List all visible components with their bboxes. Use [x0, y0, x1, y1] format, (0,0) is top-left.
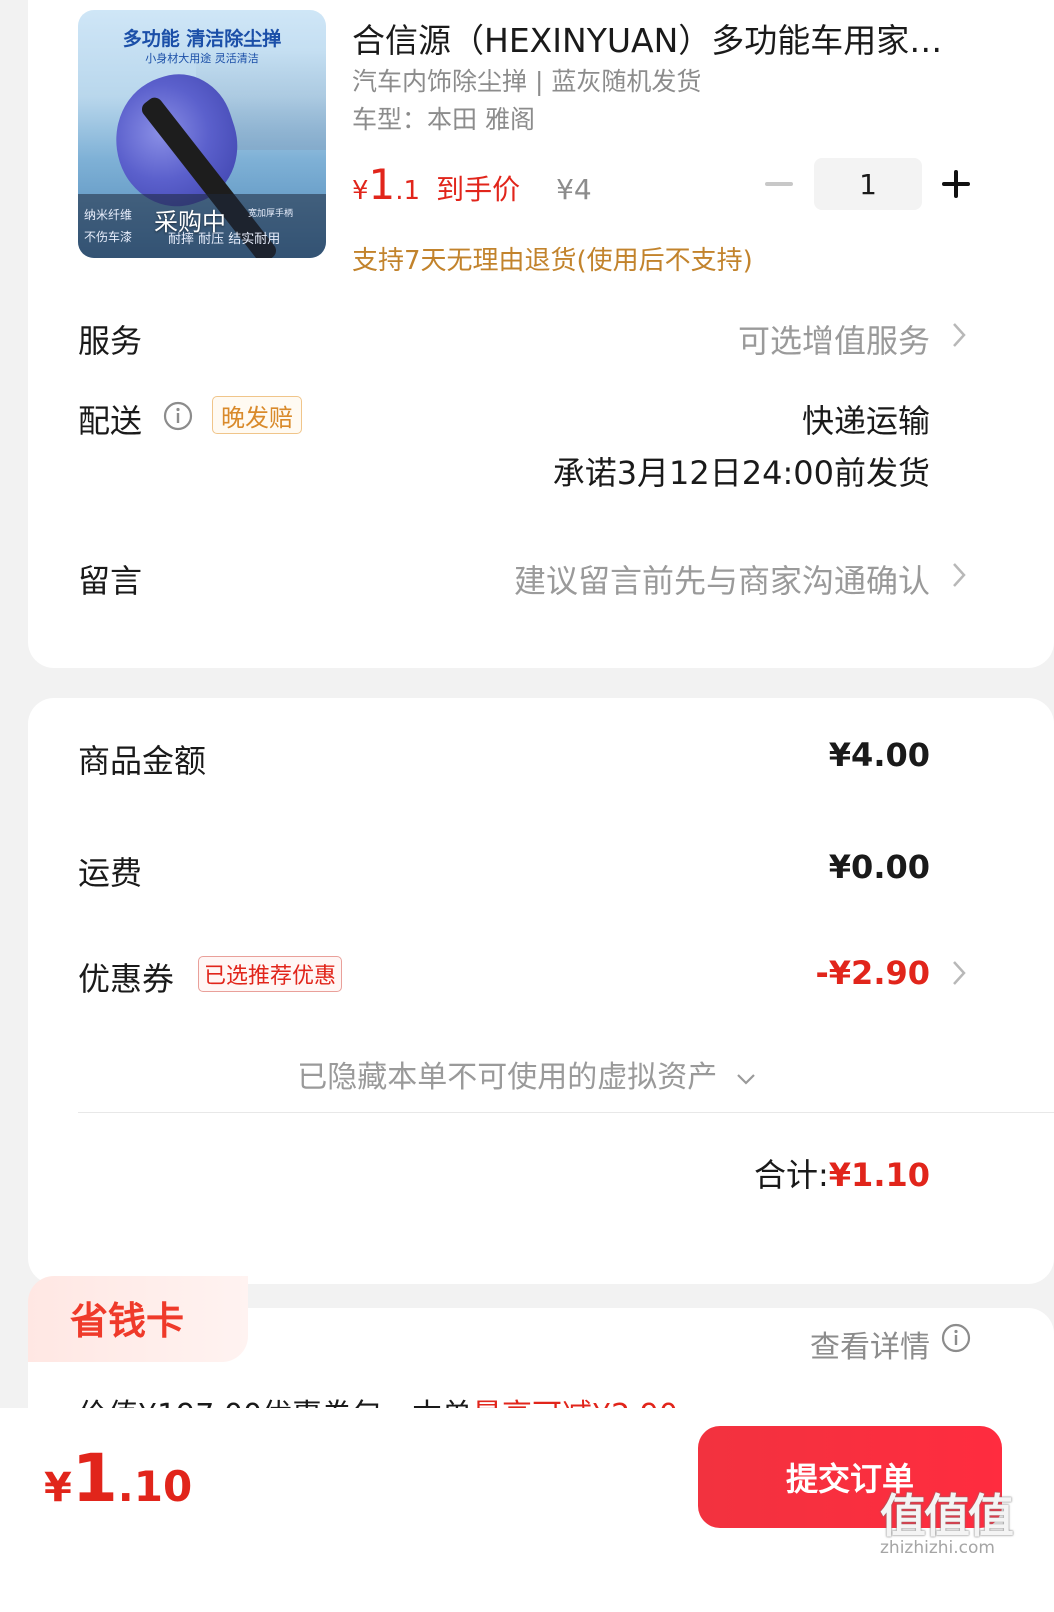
minus-icon — [765, 182, 793, 186]
saver-info-icon[interactable] — [940, 1322, 972, 1354]
price-decimal: .1 — [395, 176, 421, 206]
checkout-price: ¥ 1 .10 — [44, 1440, 192, 1517]
service-value[interactable]: 可选增值服务 — [738, 316, 930, 362]
product-title[interactable]: 合信源（HEXINYUAN）多功能车用家… — [352, 14, 972, 62]
delivery-promise: 承诺3月12日24:00前发货 — [552, 454, 930, 492]
coupon-recommended-badge: 已选推荐优惠 — [198, 956, 343, 992]
purchasing-overlay: 采购中 — [154, 208, 226, 236]
service-label: 服务 — [78, 322, 143, 360]
saver-card-title: 省钱卡 — [70, 1299, 185, 1343]
image-subline: 小身材大用途 灵活清洁 — [145, 52, 259, 65]
product-image[interactable]: 多功能 清洁除尘掸 小身材大用途 灵活清洁 纳米纤维 不伤车漆 宽加厚手柄 耐摔… — [78, 10, 326, 258]
late-delivery-compensation-badge: 晚发赔 — [212, 396, 302, 434]
goods-amount-label: 商品金额 — [78, 742, 207, 780]
hidden-assets-text: 已隐藏本单不可使用的虚拟资产 — [297, 1060, 718, 1095]
shipping-value: ¥0.00 — [828, 848, 930, 886]
quantity-plus-button[interactable] — [940, 166, 972, 202]
quantity-field[interactable]: 1 — [814, 158, 922, 210]
checkout-integer: 1 — [71, 1440, 118, 1517]
goods-amount-value: ¥4.00 — [828, 736, 930, 774]
original-price: ¥4 — [556, 173, 592, 206]
return-policy-note: 支持7天无理由退货(使用后不支持) — [352, 246, 753, 276]
image-feature-3: 宽加厚手柄 — [248, 209, 294, 219]
checkout-decimal: .10 — [117, 1462, 193, 1511]
hidden-assets-toggle[interactable]: 已隐藏本单不可使用的虚拟资产 — [0, 1052, 1054, 1096]
watermark-logo: 值值值 — [880, 1489, 1014, 1543]
quantity-minus-button[interactable] — [762, 166, 796, 202]
product-car-model: 车型：本田 雅阁 — [352, 105, 535, 134]
plus-icon-vertical — [954, 170, 958, 198]
coupon-discount-value[interactable]: -¥2.90 — [816, 954, 931, 992]
saver-card-detail-link[interactable]: 查看详情 — [810, 1322, 930, 1366]
checkout-currency: ¥ — [44, 1465, 72, 1511]
message-label: 留言 — [78, 562, 143, 600]
product-spec[interactable]: 汽车内饰除尘掸 | 蓝灰随机发货 — [352, 62, 701, 98]
image-headline: 多功能 清洁除尘掸 — [122, 28, 282, 50]
final-price-tag: 到手价 — [436, 173, 521, 206]
message-input[interactable]: 建议留言前先与商家沟通确认 — [514, 556, 930, 602]
price-currency: ¥ — [352, 176, 369, 206]
shipping-label: 运费 — [78, 854, 143, 892]
image-feature-1: 纳米纤维 — [84, 208, 133, 222]
watermark-domain: zhizhizhi.com — [880, 1538, 995, 1558]
chevron-down-icon — [736, 1073, 755, 1085]
service-chevron-icon[interactable] — [950, 320, 968, 350]
image-feature-2: 不伤车漆 — [84, 230, 133, 244]
delivery-label: 配送 — [78, 402, 143, 440]
delivery-method: 快递运输 — [801, 402, 930, 440]
coupon-chevron-icon[interactable] — [950, 958, 968, 988]
total-label: 合计: — [753, 1156, 829, 1194]
total-value: ¥1.10 — [828, 1156, 930, 1194]
message-chevron-icon[interactable] — [950, 560, 968, 590]
summary-divider — [78, 1112, 1054, 1113]
price-integer: 1 — [368, 160, 396, 209]
coupon-label: 优惠券 — [78, 960, 175, 998]
delivery-info-icon[interactable] — [162, 400, 194, 432]
price-row: ¥ 1 .1 到手价 ¥4 — [352, 160, 592, 214]
order-total: 合计: ¥1.10 — [754, 1150, 930, 1196]
